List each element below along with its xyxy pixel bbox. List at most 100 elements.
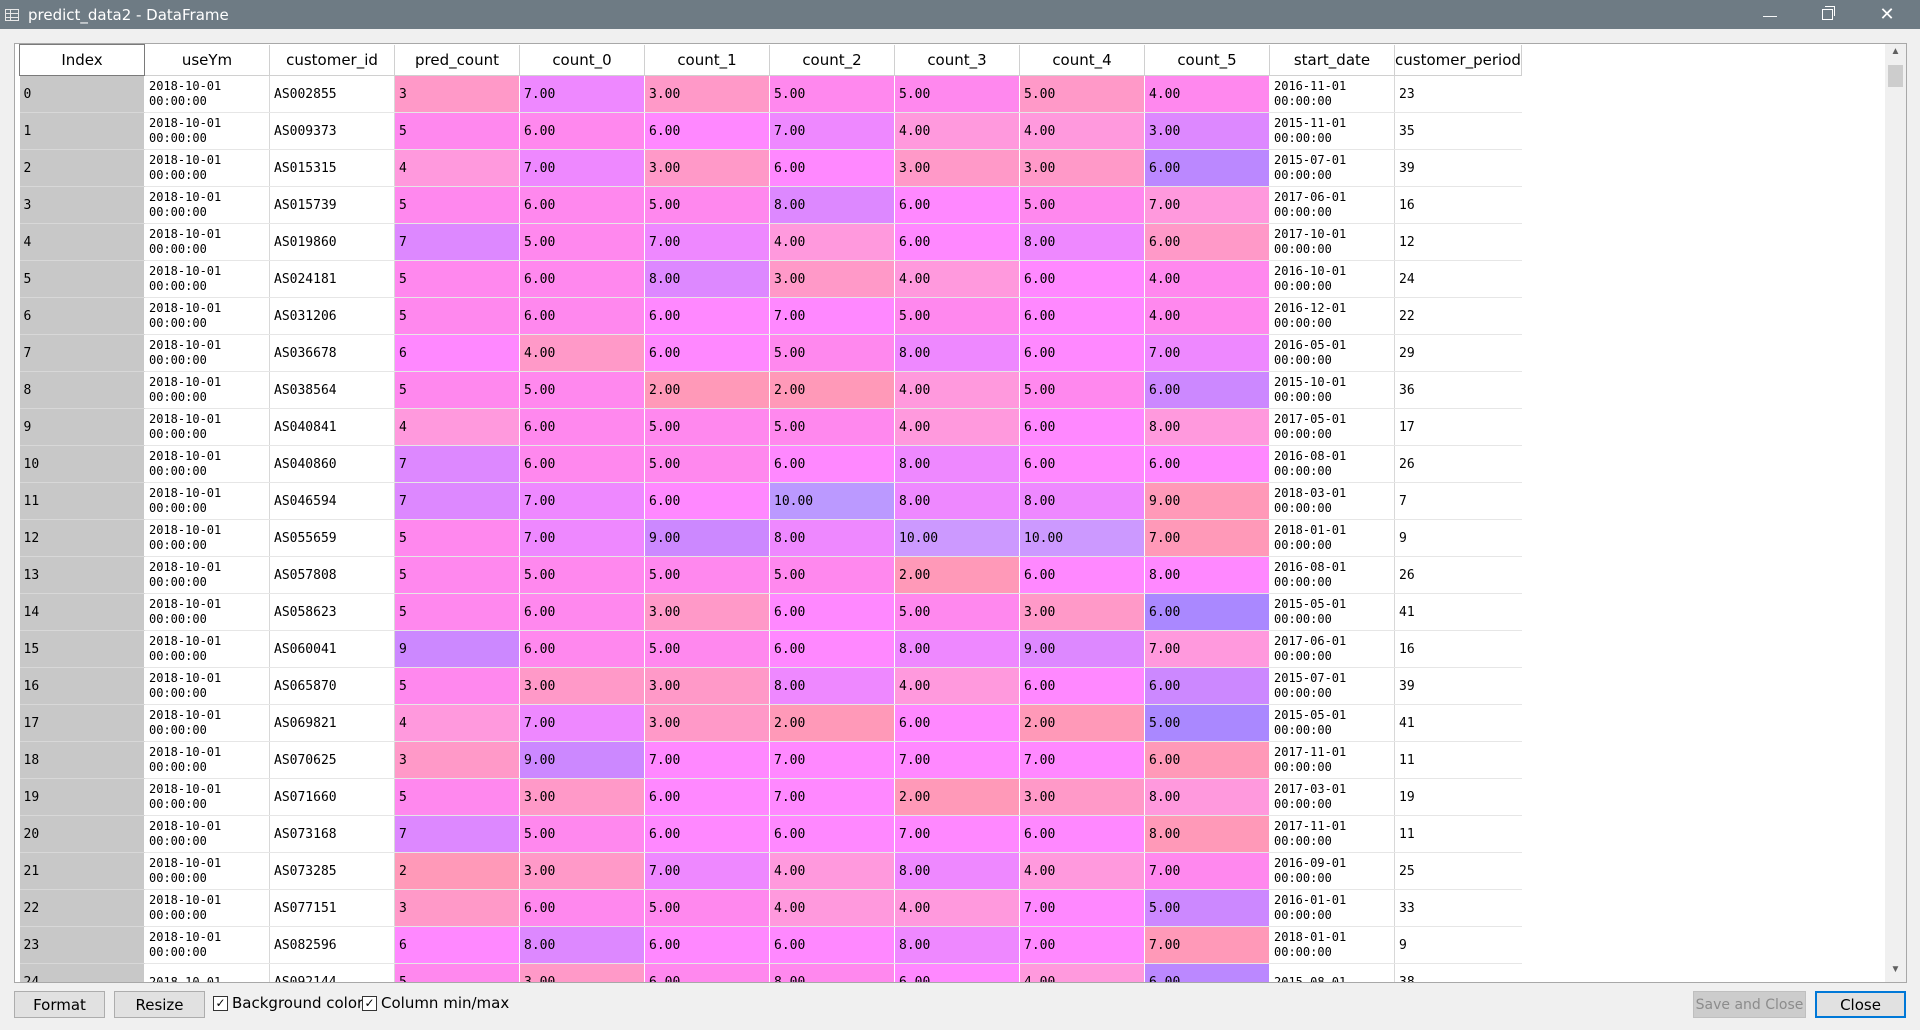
cell-count-0[interactable]: 6.00	[519, 112, 645, 150]
cell-start-date[interactable]: 2017-11-01 00:00:00	[1269, 815, 1395, 853]
cell-pred-count[interactable]: 5	[394, 778, 520, 816]
cell-count-3[interactable]: 8.00	[894, 852, 1020, 890]
cell-count-2[interactable]: 6.00	[769, 630, 895, 668]
cell-customer-id[interactable]: AS070625	[269, 741, 395, 779]
cell-pred-count[interactable]: 5	[394, 186, 520, 224]
scroll-up-icon[interactable]: ▲	[1885, 46, 1906, 62]
row-index-cell[interactable]: 21	[19, 852, 145, 890]
cell-start-date[interactable]: 2015-05-01 00:00:00	[1269, 704, 1395, 742]
table-row[interactable]: 11 2018-10-01 00:00:00 AS046594 7 7.00 6.00 10…	[19, 482, 1522, 520]
cell-pred-count[interactable]: 7	[394, 482, 520, 520]
cell-count-4[interactable]: 6.00	[1019, 556, 1145, 594]
cell-count-2[interactable]: 5.00	[769, 75, 895, 113]
cell-count-0[interactable]: 5.00	[519, 371, 645, 409]
cell-count-0[interactable]: 6.00	[519, 889, 645, 927]
cell-count-2[interactable]: 3.00	[769, 260, 895, 298]
cell-customer-id[interactable]: AS071660	[269, 778, 395, 816]
table-row[interactable]: 20 2018-10-01 00:00:00 AS073168 7 5.00 6.00 6.…	[19, 815, 1522, 853]
cell-pred-count[interactable]: 5	[394, 556, 520, 594]
cell-customer-period[interactable]: 17	[1394, 408, 1522, 446]
cell-customer-id[interactable]: AS040841	[269, 408, 395, 446]
cell-useYm[interactable]: 2018-10-01 00:00:00	[144, 112, 270, 150]
cell-count-4[interactable]: 5.00	[1019, 75, 1145, 113]
cell-customer-id[interactable]: AS036678	[269, 334, 395, 372]
cell-customer-period[interactable]: 39	[1394, 667, 1522, 705]
save-and-close-button[interactable]: Save and Close	[1693, 991, 1806, 1018]
cell-start-date[interactable]: 2015-10-01 00:00:00	[1269, 371, 1395, 409]
column-header-pred-count[interactable]: pred_count	[394, 44, 520, 76]
cell-count-1[interactable]: 6.00	[644, 112, 770, 150]
cell-count-5[interactable]: 7.00	[1144, 519, 1270, 557]
cell-start-date[interactable]: 2015-07-01 00:00:00	[1269, 149, 1395, 187]
cell-count-3[interactable]: 8.00	[894, 334, 1020, 372]
row-index-cell[interactable]: 10	[19, 445, 145, 483]
cell-count-1[interactable]: 6.00	[644, 482, 770, 520]
table-row[interactable]: 5 2018-10-01 00:00:00 AS024181 5 6.00 8.00 3.0…	[19, 260, 1522, 298]
cell-customer-period[interactable]: 38	[1394, 963, 1522, 982]
cell-count-5[interactable]: 6.00	[1144, 223, 1270, 261]
cell-count-4[interactable]: 3.00	[1019, 593, 1145, 631]
cell-count-2[interactable]: 8.00	[769, 667, 895, 705]
cell-customer-id[interactable]: AS058623	[269, 593, 395, 631]
cell-useYm[interactable]: 2018-10-01 00:00:00	[144, 371, 270, 409]
cell-pred-count[interactable]: 3	[394, 889, 520, 927]
cell-count-0[interactable]: 7.00	[519, 519, 645, 557]
row-index-cell[interactable]: 12	[19, 519, 145, 557]
row-index-cell[interactable]: 18	[19, 741, 145, 779]
cell-count-0[interactable]: 7.00	[519, 149, 645, 187]
cell-count-0[interactable]: 3.00	[519, 852, 645, 890]
cell-start-date[interactable]: 2017-10-01 00:00:00	[1269, 223, 1395, 261]
row-index-cell[interactable]: 3	[19, 186, 145, 224]
cell-customer-period[interactable]: 11	[1394, 741, 1522, 779]
cell-count-1[interactable]: 6.00	[644, 926, 770, 964]
cell-useYm[interactable]: 2018-10-01 00:00:00	[144, 556, 270, 594]
cell-customer-id[interactable]: AS019860	[269, 223, 395, 261]
scroll-thumb[interactable]	[1888, 65, 1903, 87]
cell-count-0[interactable]: 3.00	[519, 778, 645, 816]
cell-count-3[interactable]: 5.00	[894, 593, 1020, 631]
cell-count-2[interactable]: 4.00	[769, 889, 895, 927]
cell-count-2[interactable]: 8.00	[769, 963, 895, 982]
cell-useYm[interactable]: 2018-10-01 00:00:00	[144, 482, 270, 520]
cell-customer-period[interactable]: 39	[1394, 149, 1522, 187]
cell-count-4[interactable]: 7.00	[1019, 741, 1145, 779]
cell-count-3[interactable]: 6.00	[894, 963, 1020, 982]
cell-customer-id[interactable]: AS073285	[269, 852, 395, 890]
cell-useYm[interactable]: 2018-10-01 00:00:00	[144, 445, 270, 483]
cell-count-2[interactable]: 10.00	[769, 482, 895, 520]
cell-useYm[interactable]: 2018-10-01 00:00:00	[144, 741, 270, 779]
cell-count-1[interactable]: 6.00	[644, 815, 770, 853]
cell-customer-period[interactable]: 25	[1394, 852, 1522, 890]
cell-count-3[interactable]: 4.00	[894, 408, 1020, 446]
resize-button[interactable]: Resize	[114, 991, 205, 1018]
cell-customer-period[interactable]: 12	[1394, 223, 1522, 261]
table-row[interactable]: 15 2018-10-01 00:00:00 AS060041 9 6.00 5.00 6.…	[19, 630, 1522, 668]
cell-customer-id[interactable]: AS073168	[269, 815, 395, 853]
cell-count-5[interactable]: 4.00	[1144, 75, 1270, 113]
cell-count-1[interactable]: 9.00	[644, 519, 770, 557]
cell-useYm[interactable]: 2018-10-01 00:00:00	[144, 297, 270, 335]
cell-count-5[interactable]: 9.00	[1144, 482, 1270, 520]
cell-count-0[interactable]: 3.00	[519, 963, 645, 982]
table-row[interactable]: 21 2018-10-01 00:00:00 AS073285 2 3.00 7.00 4.…	[19, 852, 1522, 890]
cell-start-date[interactable]: 2016-05-01 00:00:00	[1269, 334, 1395, 372]
scroll-down-icon[interactable]: ▼	[1885, 964, 1906, 980]
cell-customer-id[interactable]: AS057808	[269, 556, 395, 594]
cell-count-2[interactable]: 2.00	[769, 371, 895, 409]
cell-customer-id[interactable]: AS031206	[269, 297, 395, 335]
cell-count-3[interactable]: 8.00	[894, 630, 1020, 668]
cell-start-date[interactable]: 2018-01-01 00:00:00	[1269, 926, 1395, 964]
cell-count-5[interactable]: 6.00	[1144, 741, 1270, 779]
column-header-count-3[interactable]: count_3	[894, 44, 1020, 76]
cell-count-0[interactable]: 6.00	[519, 630, 645, 668]
cell-useYm[interactable]: 2018-10-01 00:00:00	[144, 149, 270, 187]
cell-count-4[interactable]: 5.00	[1019, 186, 1145, 224]
cell-pred-count[interactable]: 4	[394, 149, 520, 187]
cell-count-4[interactable]: 6.00	[1019, 334, 1145, 372]
row-index-cell[interactable]: 24	[19, 963, 145, 982]
cell-count-0[interactable]: 7.00	[519, 482, 645, 520]
cell-customer-id[interactable]: AS024181	[269, 260, 395, 298]
cell-count-2[interactable]: 6.00	[769, 815, 895, 853]
cell-customer-period[interactable]: 16	[1394, 630, 1522, 668]
table-row[interactable]: 4 2018-10-01 00:00:00 AS019860 7 5.00 7.00 4.0…	[19, 223, 1522, 261]
